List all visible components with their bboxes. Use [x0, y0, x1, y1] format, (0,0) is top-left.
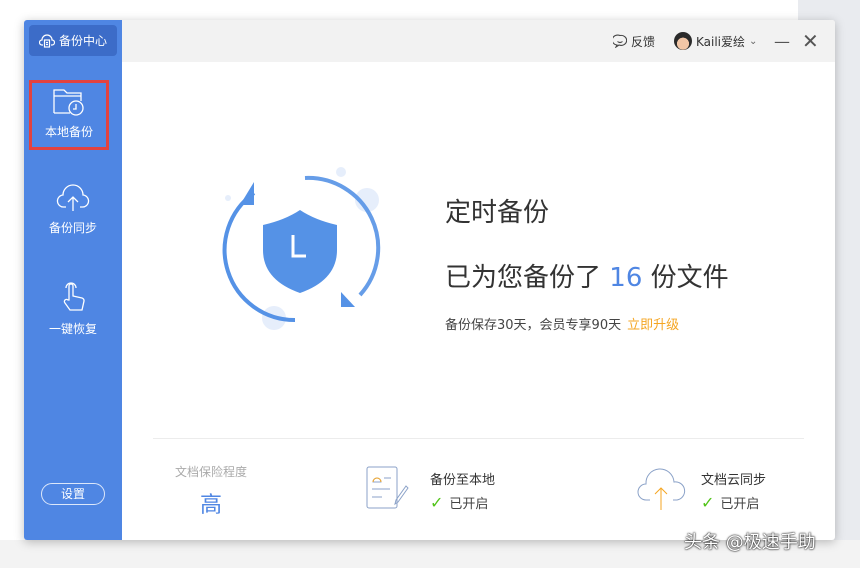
hand-pointer-icon — [63, 282, 85, 311]
page-title: 定时备份 — [445, 198, 550, 228]
feedback-label: 反馈 — [631, 34, 656, 49]
sidebar-item-label: 本地备份 — [44, 125, 93, 139]
protection-level-value: 高 — [200, 493, 223, 518]
sidebar: 备份中心 本地备份 备份同步 一键恢复 设置 — [24, 20, 122, 540]
brand-label: 备份中心 — [58, 34, 107, 48]
folder-clock-icon — [53, 89, 84, 116]
retention-text: 备份保存30天，会员专享90天 — [445, 318, 622, 333]
status-text: 已开启 — [449, 497, 489, 512]
shield-backup-illustration — [222, 167, 381, 330]
check-icon: ✓ — [430, 493, 444, 512]
minimize-button[interactable]: — — [774, 20, 790, 62]
check-icon: ✓ — [701, 493, 715, 512]
sidebar-item-label: 备份同步 — [48, 221, 97, 235]
user-menu[interactable]: Kaili爱绘 ⌄ — [674, 20, 757, 62]
retention-note: 备份保存30天，会员专享90天 立即升级 — [445, 314, 679, 333]
username: Kaili爱绘 — [696, 34, 746, 49]
upgrade-link[interactable]: 立即升级 — [627, 318, 679, 333]
sidebar-item-backup-sync[interactable]: 备份同步 — [24, 183, 122, 236]
cloud-upload-icon — [56, 184, 90, 211]
summary-prefix: 已为您备份了 — [445, 263, 602, 293]
minimize-icon: — — [774, 31, 790, 51]
chat-bubble-icon — [613, 34, 627, 48]
feature-title: 文档云同步 — [701, 473, 767, 488]
feature-title: 备份至本地 — [430, 473, 496, 488]
backup-count: 16 — [609, 263, 643, 293]
status-text: 已开启 — [720, 497, 760, 512]
local-doc-icon — [366, 466, 409, 509]
feature-status: ✓ 已开启 — [701, 493, 759, 512]
sidebar-item-one-click-restore[interactable]: 一键恢复 — [24, 280, 122, 337]
feature-status: ✓ 已开启 — [430, 493, 488, 512]
app-window: 备份中心 本地备份 备份同步 一键恢复 设置 反馈 Kaili爱绘 ⌄ — ✕ … — [24, 20, 835, 540]
avatar — [674, 32, 692, 50]
divider — [153, 438, 804, 439]
sidebar-item-local-backup[interactable]: 本地备份 — [29, 80, 109, 150]
backup-summary: 已为您备份了 16 份文件 — [445, 257, 729, 294]
cloud-doc-icon — [38, 33, 55, 48]
protection-level-label: 文档保险程度 — [175, 465, 248, 479]
summary-suffix: 份文件 — [650, 263, 729, 293]
feedback-button[interactable]: 反馈 — [613, 20, 655, 62]
sidebar-item-label: 一键恢复 — [48, 322, 97, 336]
settings-button[interactable]: 设置 — [41, 483, 105, 505]
watermark: 头条 @极速手助 — [684, 532, 816, 553]
title-bar: 反馈 Kaili爱绘 ⌄ — ✕ — [122, 20, 835, 62]
chevron-down-icon: ⌄ — [749, 35, 758, 47]
close-icon: ✕ — [802, 29, 819, 53]
backup-center-button[interactable]: 备份中心 — [29, 25, 117, 56]
cloud-sync-icon — [637, 468, 686, 510]
close-button[interactable]: ✕ — [802, 20, 819, 62]
